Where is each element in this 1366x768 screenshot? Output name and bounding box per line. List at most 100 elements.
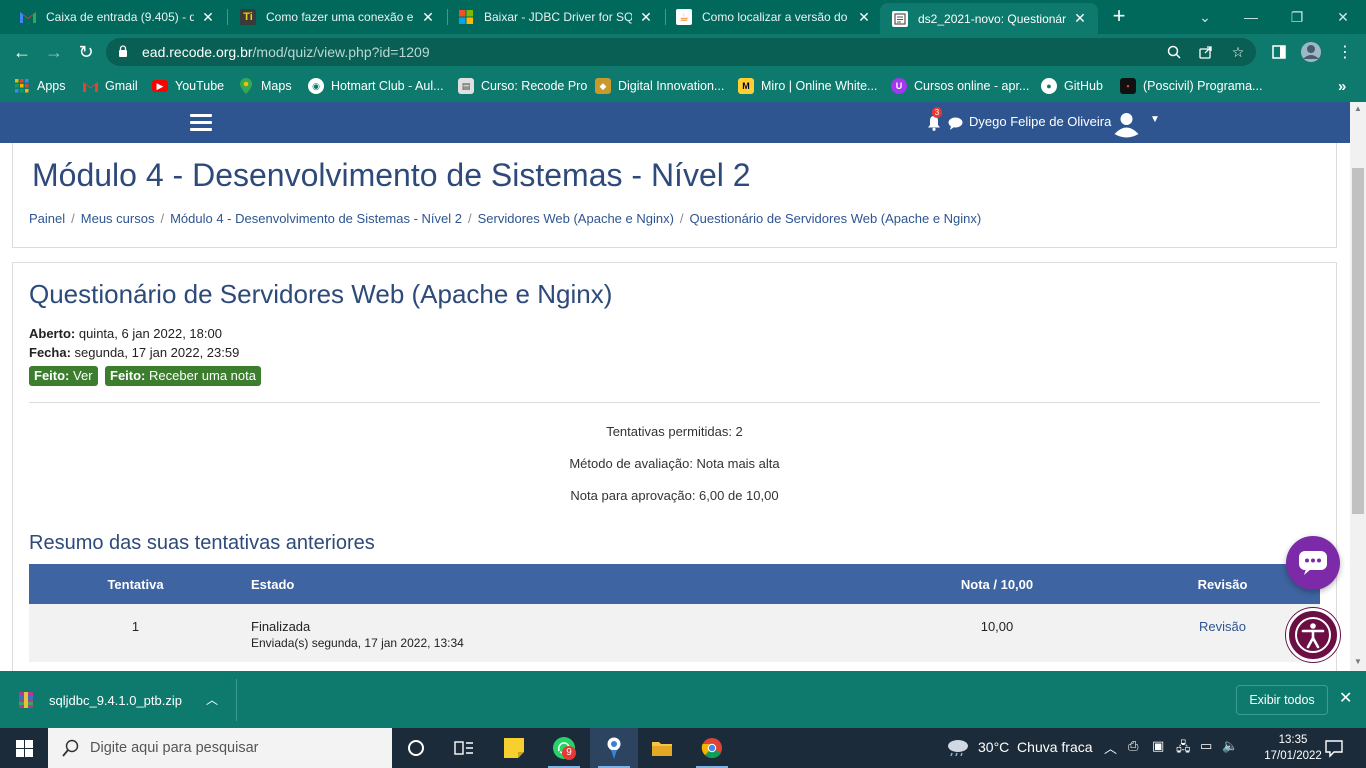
tab-gmail[interactable]: Caixa de entrada (9.405) - dy ✕ bbox=[8, 0, 226, 34]
breadcrumb-separator: / bbox=[71, 211, 75, 226]
menu-hamburger-icon[interactable] bbox=[190, 114, 212, 132]
scroll-up-arrow-icon[interactable]: ▲ bbox=[1353, 104, 1363, 113]
side-panel-icon[interactable] bbox=[1268, 41, 1290, 63]
course-title: Módulo 4 - Desenvolvimento de Sistemas -… bbox=[32, 157, 751, 193]
divider bbox=[29, 402, 1320, 403]
new-tab-button[interactable]: + bbox=[1108, 5, 1130, 28]
task-view-icon[interactable] bbox=[440, 728, 488, 768]
bookmarks-overflow-button[interactable]: » bbox=[1338, 76, 1346, 96]
bookmark-apps[interactable]: Apps bbox=[14, 76, 66, 96]
bookmark-maps[interactable]: Maps bbox=[238, 76, 292, 96]
close-tab-icon[interactable]: ✕ bbox=[200, 9, 216, 26]
profile-avatar-icon[interactable] bbox=[1300, 41, 1322, 63]
bookmark-github[interactable]: ● GitHub bbox=[1041, 76, 1103, 96]
battery-icon[interactable]: ▭ bbox=[1200, 738, 1212, 754]
breadcrumb-item[interactable]: Meus cursos bbox=[81, 211, 155, 226]
table-row: 1 Finalizada Enviada(s) segunda, 17 jan … bbox=[29, 604, 1320, 662]
page-scrollbar[interactable]: ▲ ▼ bbox=[1350, 102, 1366, 671]
udemy-icon: U bbox=[891, 78, 907, 94]
bookmark-hotmart[interactable]: ◉ Hotmart Club - Aul... bbox=[308, 76, 444, 96]
sourcetree-icon[interactable] bbox=[590, 728, 638, 768]
reload-icon[interactable]: ↻ bbox=[74, 40, 98, 64]
download-item[interactable]: sqljdbc_9.4.1.0_ptb.zip bbox=[18, 689, 182, 711]
close-tab-icon[interactable]: ✕ bbox=[420, 9, 436, 26]
bookmark-youtube[interactable]: ▶ YouTube bbox=[152, 76, 224, 96]
bookmark-star-icon[interactable]: ☆ bbox=[1228, 43, 1248, 61]
bookmark-label: YouTube bbox=[175, 79, 225, 93]
bookmark-recode[interactable]: ▤ Curso: Recode Pro bbox=[458, 76, 587, 96]
start-button[interactable] bbox=[0, 728, 48, 768]
poscivil-icon: ▪ bbox=[1120, 78, 1136, 94]
scrollbar-thumb[interactable] bbox=[1352, 168, 1364, 514]
browser-menu-icon[interactable]: ⋮ bbox=[1334, 41, 1356, 63]
meet-now-icon[interactable]: ⎙ bbox=[1128, 738, 1138, 754]
bookmark-poscivil[interactable]: ▪ (Poscivil) Programa... bbox=[1120, 76, 1262, 96]
bookmark-dio[interactable]: ◆ Digital Innovation... bbox=[595, 76, 724, 96]
scroll-down-arrow-icon[interactable]: ▼ bbox=[1353, 657, 1363, 666]
back-icon[interactable]: ← bbox=[10, 40, 34, 64]
url-text[interactable]: ead.recode.org.br/mod/quiz/view.php?id=1… bbox=[142, 44, 430, 60]
breadcrumb-item[interactable]: Servidores Web (Apache e Nginx) bbox=[478, 211, 674, 226]
completion-badge-view: Feito: Ver bbox=[29, 366, 98, 386]
close-tab-icon[interactable]: ✕ bbox=[1072, 10, 1088, 27]
tray-overflow-chevron-icon[interactable]: ︿ bbox=[1104, 738, 1117, 757]
user-menu-caret-icon[interactable]: ▼ bbox=[1150, 114, 1160, 125]
bookmark-label: GitHub bbox=[1064, 79, 1103, 93]
weather-widget[interactable]: 30°C Chuva fraca bbox=[946, 738, 1093, 756]
bookmark-gmail[interactable]: Gmail bbox=[82, 76, 138, 96]
volume-icon[interactable]: 🔈 bbox=[1222, 738, 1238, 754]
file-explorer-icon[interactable] bbox=[638, 728, 686, 768]
attempts-table-header: Tentativa Estado Nota / 10,00 Revisão bbox=[29, 564, 1320, 604]
tray-app-icon[interactable]: ▣ bbox=[1152, 738, 1164, 754]
breadcrumb-item[interactable]: Módulo 4 - Desenvolvimento de Sistemas -… bbox=[170, 211, 462, 226]
show-all-downloads-button[interactable]: Exibir todos bbox=[1236, 685, 1328, 715]
review-link[interactable]: Revisão bbox=[1135, 619, 1310, 634]
bookmark-label: (Poscivil) Programa... bbox=[1143, 79, 1263, 93]
restore-icon[interactable]: ❐ bbox=[1274, 0, 1320, 34]
messages-icon[interactable] bbox=[948, 117, 963, 130]
github-icon: ● bbox=[1041, 78, 1057, 94]
attempt-submitted: Enviada(s) segunda, 17 jan 2022, 13:34 bbox=[251, 636, 464, 650]
taskbar-search-box[interactable]: Digite aqui para pesquisar bbox=[48, 728, 392, 768]
hotmart-icon: ◉ bbox=[308, 78, 324, 94]
breadcrumb-item[interactable]: Painel bbox=[29, 211, 65, 226]
minimize-icon[interactable]: — bbox=[1228, 0, 1274, 34]
tab-tabnews[interactable]: Ti Como fazer uma conexão en ✕ bbox=[228, 0, 446, 34]
cortana-icon[interactable] bbox=[392, 728, 440, 768]
java-icon: ☕ bbox=[676, 9, 692, 25]
taskbar-clock[interactable]: 13:35 17/01/2022 bbox=[1262, 732, 1324, 764]
sticky-notes-icon[interactable] bbox=[490, 728, 538, 768]
chrome-icon[interactable] bbox=[688, 728, 736, 768]
download-options-chevron-icon[interactable]: ︿ bbox=[206, 691, 218, 708]
chat-widget-button[interactable] bbox=[1286, 536, 1340, 590]
close-download-bar-icon[interactable]: ✕ bbox=[1339, 688, 1352, 708]
close-tab-icon[interactable]: ✕ bbox=[638, 9, 654, 26]
tab-search-icon[interactable]: ⌄ bbox=[1182, 0, 1228, 34]
breadcrumb-item[interactable]: Questionário de Servidores Web (Apache e… bbox=[690, 211, 982, 226]
tab-moodle-quiz[interactable]: ds2_2021-novo: Questionário ✕ bbox=[880, 3, 1098, 34]
lock-icon[interactable] bbox=[118, 45, 128, 57]
tab-java[interactable]: ☕ Como localizar a versão do Ja ✕ bbox=[664, 0, 882, 34]
user-name[interactable]: Dyego Felipe de Oliveira bbox=[969, 114, 1111, 129]
close-window-icon[interactable]: ✕ bbox=[1320, 0, 1366, 34]
close-value: segunda, 17 jan 2022, 23:59 bbox=[74, 345, 240, 360]
address-bar[interactable]: ead.recode.org.br/mod/quiz/view.php?id=1… bbox=[106, 38, 1256, 66]
tab-microsoft[interactable]: Baixar - JDBC Driver for SQL S ✕ bbox=[446, 0, 664, 34]
quiz-open-date: Aberto: quinta, 6 jan 2022, 18:00 bbox=[29, 326, 222, 341]
forward-icon[interactable]: → bbox=[42, 40, 66, 64]
browser-toolbar: ← → ↻ ead.recode.org.br/mod/quiz/view.ph… bbox=[0, 34, 1366, 70]
download-bar: sqljdbc_9.4.1.0_ptb.zip ︿ Exibir todos ✕ bbox=[0, 671, 1366, 728]
bookmark-miro[interactable]: M Miro | Online White... bbox=[738, 76, 877, 96]
grading-method: Método de avaliação: Nota mais alta bbox=[569, 456, 780, 471]
user-avatar-icon[interactable] bbox=[1112, 109, 1141, 138]
whatsapp-icon[interactable]: 9 bbox=[540, 728, 588, 768]
close-tab-icon[interactable]: ✕ bbox=[856, 9, 872, 26]
share-icon[interactable] bbox=[1196, 43, 1216, 61]
badge-label: Feito: bbox=[34, 368, 70, 383]
zoom-search-icon[interactable] bbox=[1164, 43, 1184, 61]
network-icon[interactable]: 🖧 bbox=[1176, 738, 1191, 760]
download-filename: sqljdbc_9.4.1.0_ptb.zip bbox=[49, 692, 182, 708]
accessibility-button[interactable] bbox=[1286, 608, 1340, 662]
action-center-icon[interactable] bbox=[1324, 738, 1344, 758]
bookmark-udemy[interactable]: U Cursos online - apr... bbox=[891, 76, 1029, 96]
